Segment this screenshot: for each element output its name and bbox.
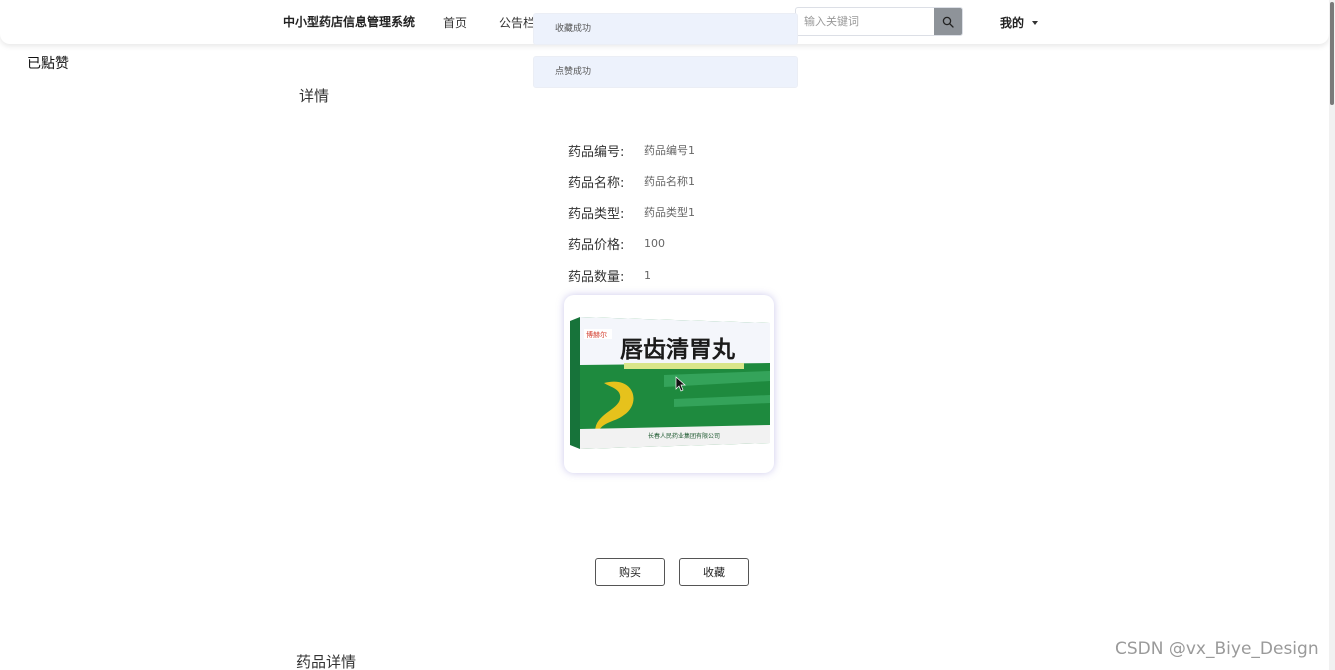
watermark: CSDN @vx_Biye_Design [1115,639,1319,659]
field-label: 药品名称: [568,175,625,191]
field-value: 药品名称1 [644,175,695,188]
user-menu[interactable]: 我的 [1000,14,1039,31]
page: 中小型药店信息管理系统 首页 公告栏 我的 收藏成功 点赞成功 已點赞 详情 药… [0,0,1335,670]
info-row-quantity: 药品数量: 1 [568,265,651,285]
brand-mark-text: 博赫尔 [586,330,607,339]
search-input[interactable] [796,8,935,35]
field-value: 1 [644,268,651,282]
info-row-code: 药品编号: 药品编号1 [568,140,695,160]
medicine-box-illustration: 博赫尔 唇齿清胃丸 长春人民药业集团有限公司 [570,317,770,449]
field-label: 药品类型: [568,206,625,222]
box-product-name: 唇齿清胃丸 [620,337,736,363]
search-button[interactable] [934,8,962,35]
field-label: 药品价格: [568,237,625,253]
user-menu-label: 我的 [1000,16,1025,30]
site-brand[interactable]: 中小型药店信息管理系统 [283,13,415,30]
field-label: 药品数量: [568,269,625,285]
box-manufacturer: 长春人民药业集团有限公司 [648,432,720,440]
nav-notice-board[interactable]: 公告栏 [499,14,535,31]
info-row-price: 药品价格: 100 [568,233,665,253]
buy-button[interactable]: 购买 [595,558,665,586]
favorite-button[interactable]: 收藏 [679,558,749,586]
liked-status-label[interactable]: 已點赞 [27,53,69,73]
field-value: 100 [644,236,665,250]
field-value: 药品类型1 [644,206,695,219]
info-row-name: 药品名称: 药品名称1 [568,171,695,191]
caret-down-icon [1032,20,1039,25]
search-icon [942,16,954,28]
detail-section-title: 详情 [299,87,330,105]
toast-favorite-success: 收藏成功 [533,13,798,45]
product-detail-title: 药品详情 [296,653,357,670]
field-value: 药品编号1 [644,144,695,157]
info-row-type: 药品类型: 药品类型1 [568,202,695,222]
vertical-scrollbar[interactable] [1329,0,1335,670]
toast-like-success: 点赞成功 [533,56,798,88]
search-box [795,7,963,36]
field-label: 药品编号: [568,144,625,160]
nav-home[interactable]: 首页 [443,14,467,31]
product-image: 博赫尔 唇齿清胃丸 长春人民药业集团有限公司 [564,295,774,473]
scrollbar-thumb[interactable] [1330,2,1334,105]
